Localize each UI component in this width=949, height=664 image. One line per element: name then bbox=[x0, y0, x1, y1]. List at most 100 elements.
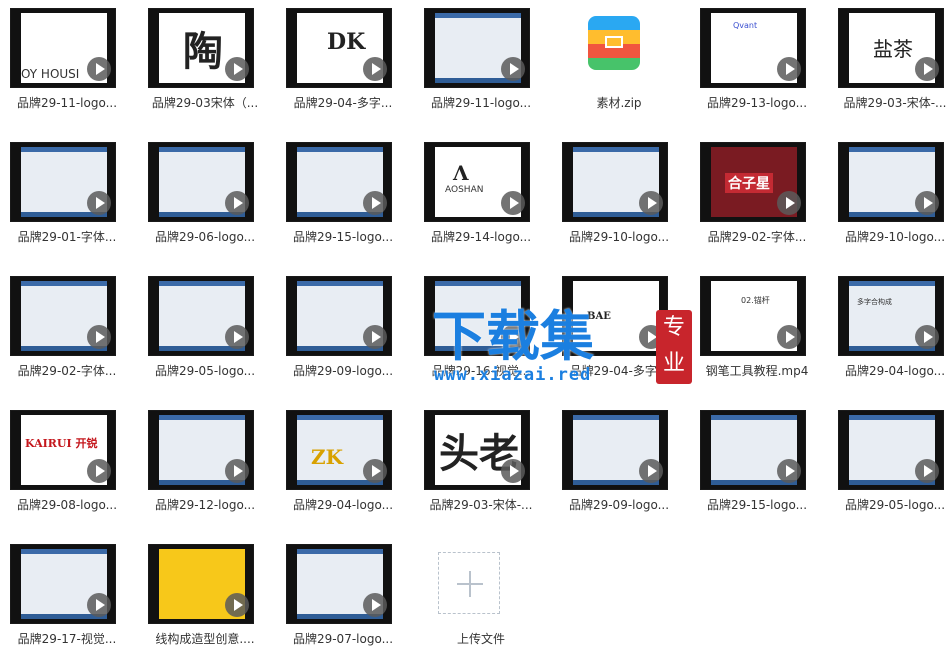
video-thumbnail bbox=[838, 410, 944, 490]
file-item-video[interactable]: 陶品牌29-03宋体（... bbox=[142, 2, 268, 128]
file-item-video[interactable]: 合子星品牌29-02-字体... bbox=[694, 136, 820, 262]
file-item-video[interactable]: 头老 品牌29-03-宋体-... bbox=[418, 404, 544, 530]
file-name: 品牌29-10-logo... bbox=[844, 230, 946, 244]
play-icon[interactable] bbox=[915, 57, 939, 81]
file-item-video[interactable]: 品牌29-17-视觉... bbox=[4, 538, 130, 664]
file-item-video[interactable]: 品牌29-10-logo... bbox=[832, 136, 949, 262]
file-item-video[interactable]: KAIRUI 开锐 品牌29-08-logo... bbox=[4, 404, 130, 530]
play-icon[interactable] bbox=[363, 593, 387, 617]
play-icon[interactable] bbox=[501, 191, 525, 215]
file-item-video[interactable]: 品牌29-01-字体... bbox=[4, 136, 130, 262]
video-thumbnail: OY HOUSI bbox=[10, 8, 116, 88]
video-thumbnail: 多字合构成 bbox=[838, 276, 944, 356]
video-thumbnail bbox=[148, 142, 254, 222]
file-item-video[interactable]: DK 品牌29-04-多字... bbox=[280, 2, 406, 128]
video-thumbnail: KAIRUI 开锐 bbox=[10, 410, 116, 490]
play-icon[interactable] bbox=[915, 325, 939, 349]
play-icon[interactable] bbox=[501, 459, 525, 483]
video-thumbnail bbox=[424, 8, 530, 88]
play-icon[interactable] bbox=[87, 57, 111, 81]
file-item-video[interactable]: Qvant 品牌29-13-logo... bbox=[694, 2, 820, 128]
file-item-video[interactable]: 品牌29-07-logo... bbox=[280, 538, 406, 664]
video-thumbnail bbox=[148, 544, 254, 624]
file-item-zip[interactable]: 素材.zip bbox=[556, 2, 682, 128]
play-icon[interactable] bbox=[87, 191, 111, 215]
file-item-video[interactable]: 品牌29-09-logo... bbox=[280, 270, 406, 396]
file-name: 品牌29-04-logo... bbox=[292, 498, 394, 512]
play-icon[interactable] bbox=[777, 191, 801, 215]
play-icon[interactable] bbox=[363, 191, 387, 215]
file-item-video[interactable]: 品牌29-15-logo... bbox=[694, 404, 820, 530]
video-thumbnail bbox=[10, 142, 116, 222]
file-name: 品牌29-06-logo... bbox=[154, 230, 256, 244]
play-icon[interactable] bbox=[87, 459, 111, 483]
plus-icon bbox=[438, 552, 500, 614]
file-name: 品牌29-03-宋体-... bbox=[843, 96, 947, 110]
upload-file-button[interactable]: 上传文件 bbox=[418, 538, 544, 664]
file-item-video[interactable]: 盐茶品牌29-03-宋体-... bbox=[832, 2, 949, 128]
video-thumbnail bbox=[562, 410, 668, 490]
video-thumbnail bbox=[286, 142, 392, 222]
video-thumbnail: 盐茶 bbox=[838, 8, 944, 88]
video-thumbnail: 合子星 bbox=[700, 142, 806, 222]
file-item-video[interactable]: 品牌29-09-logo... bbox=[556, 404, 682, 530]
file-item-video[interactable]: 线构成造型创意.... bbox=[142, 538, 268, 664]
file-name: 品牌29-13-logo... bbox=[706, 96, 808, 110]
play-icon[interactable] bbox=[87, 593, 111, 617]
play-icon[interactable] bbox=[363, 57, 387, 81]
file-item-video[interactable]: ZK 品牌29-04-logo... bbox=[280, 404, 406, 530]
play-icon[interactable] bbox=[639, 191, 663, 215]
file-name: 品牌29-09-logo... bbox=[292, 364, 394, 378]
file-name: 品牌29-02-字体... bbox=[707, 230, 807, 244]
file-name: 品牌29-03宋体（... bbox=[151, 96, 259, 110]
watermark-text: 下载集 bbox=[432, 305, 594, 368]
file-name: 品牌29-03-宋体-... bbox=[429, 498, 533, 512]
video-thumbnail bbox=[148, 410, 254, 490]
file-name: 品牌29-15-logo... bbox=[292, 230, 394, 244]
file-name: 品牌29-04-多字... bbox=[293, 96, 393, 110]
file-name: 品牌29-11-logo... bbox=[430, 96, 532, 110]
play-icon[interactable] bbox=[225, 191, 249, 215]
file-name: 素材.zip bbox=[596, 96, 642, 110]
play-icon[interactable] bbox=[777, 325, 801, 349]
play-icon[interactable] bbox=[777, 459, 801, 483]
video-thumbnail: Qvant bbox=[700, 8, 806, 88]
play-icon[interactable] bbox=[777, 57, 801, 81]
play-icon[interactable] bbox=[225, 593, 249, 617]
file-item-video[interactable]: 品牌29-06-logo... bbox=[142, 136, 268, 262]
file-name: 品牌29-15-logo... bbox=[706, 498, 808, 512]
file-item-video[interactable]: Λ AOSHAN 品牌29-14-logo... bbox=[418, 136, 544, 262]
file-item-video[interactable]: 02.锚杆 钢笔工具教程.mp4 bbox=[694, 270, 820, 396]
play-icon[interactable] bbox=[363, 459, 387, 483]
play-icon[interactable] bbox=[225, 459, 249, 483]
file-item-video[interactable]: 品牌29-15-logo... bbox=[280, 136, 406, 262]
video-thumbnail bbox=[286, 276, 392, 356]
file-name: 线构成造型创意.... bbox=[155, 632, 255, 646]
file-name: 品牌29-02-字体... bbox=[17, 364, 117, 378]
play-icon[interactable] bbox=[639, 459, 663, 483]
video-thumbnail bbox=[700, 410, 806, 490]
file-item-video[interactable]: 品牌29-05-logo... bbox=[832, 404, 949, 530]
file-name: 品牌29-07-logo... bbox=[292, 632, 394, 646]
play-icon[interactable] bbox=[915, 191, 939, 215]
play-icon[interactable] bbox=[363, 325, 387, 349]
play-icon[interactable] bbox=[225, 325, 249, 349]
play-icon[interactable] bbox=[501, 57, 525, 81]
file-name: 品牌29-04-logo... bbox=[844, 364, 946, 378]
video-thumbnail: ZK bbox=[286, 410, 392, 490]
video-thumbnail: Λ AOSHAN bbox=[424, 142, 530, 222]
file-item-video[interactable]: 品牌29-10-logo... bbox=[556, 136, 682, 262]
file-name: 钢笔工具教程.mp4 bbox=[705, 364, 809, 378]
file-item-video[interactable]: 品牌29-05-logo... bbox=[142, 270, 268, 396]
play-icon[interactable] bbox=[87, 325, 111, 349]
play-icon[interactable] bbox=[225, 57, 249, 81]
file-item-video[interactable]: 品牌29-11-logo... bbox=[418, 2, 544, 128]
file-item-video[interactable]: 品牌29-12-logo... bbox=[142, 404, 268, 530]
file-item-video[interactable]: 品牌29-02-字体... bbox=[4, 270, 130, 396]
file-item-video[interactable]: 多字合构成品牌29-04-logo... bbox=[832, 270, 949, 396]
play-icon[interactable] bbox=[915, 459, 939, 483]
video-thumbnail: 陶 bbox=[148, 8, 254, 88]
file-item-video[interactable]: OY HOUSI 品牌29-11-logo... bbox=[4, 2, 130, 128]
video-thumbnail bbox=[562, 142, 668, 222]
video-thumbnail bbox=[838, 142, 944, 222]
